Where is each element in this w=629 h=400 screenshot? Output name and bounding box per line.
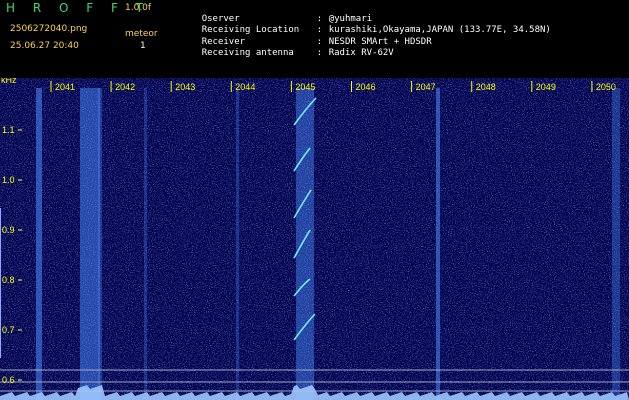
noise-band: [80, 88, 100, 400]
left-axis-marker: [0, 208, 1, 358]
filename-label: 2506272040.png: [10, 24, 88, 34]
time-tick-label: 2044: [235, 82, 255, 92]
y-unit-label: kHz: [1, 78, 17, 85]
info-label: Receiving antenna: [201, 48, 294, 58]
y-tick-label: 1.1: [2, 125, 15, 135]
time-tick-label: 2042: [115, 82, 135, 92]
mode-count: 1: [140, 41, 146, 51]
time-tick-label: 2048: [476, 82, 496, 92]
noise-band: [144, 88, 147, 400]
noise-band: [36, 88, 42, 400]
y-tick-label: 0.8: [2, 275, 15, 285]
time-tick-label: 2049: [536, 82, 556, 92]
time-tick-label: 2046: [356, 82, 376, 92]
y-tick-label: 0.6: [2, 375, 15, 385]
noise-band: [612, 88, 620, 400]
info-value: Radix RV-62V: [328, 48, 394, 58]
noise-band: [436, 88, 440, 400]
time-tick-label: 2047: [416, 82, 436, 92]
info-separator: :: [316, 48, 323, 58]
noise-band: [98, 88, 102, 400]
time-tick-label: 2041: [55, 82, 75, 92]
info-row-antenna: Receiving antenna: Radix RV-62V: [180, 38, 394, 68]
noise-band: [296, 88, 314, 400]
header-panel: H R O F F T 1.0.0f 2506272040.png 25.06.…: [0, 0, 629, 78]
spectrogram-panel: kHz 1.1 1.0 0.9 0.8 0.7 0.6 2041 2042 2043 2044 20…: [0, 78, 629, 400]
timestamp-label: 25.06.27 20:40: [10, 41, 79, 51]
version-label: 1.0.0f: [125, 3, 152, 13]
y-tick-label: 0.9: [2, 225, 15, 235]
time-tick-label: 2050: [596, 82, 616, 92]
noise-band: [236, 88, 239, 400]
y-tick-label: 1.0: [2, 175, 15, 185]
y-tick-label: 0.7: [2, 325, 15, 335]
spectrogram: kHz 1.1 1.0 0.9 0.8 0.7 0.6 2041 2042 2043 2044 20…: [0, 78, 629, 400]
time-tick-label: 2043: [175, 82, 195, 92]
mode-label: meteor: [125, 29, 158, 39]
time-tick-label: 2045: [295, 82, 315, 92]
